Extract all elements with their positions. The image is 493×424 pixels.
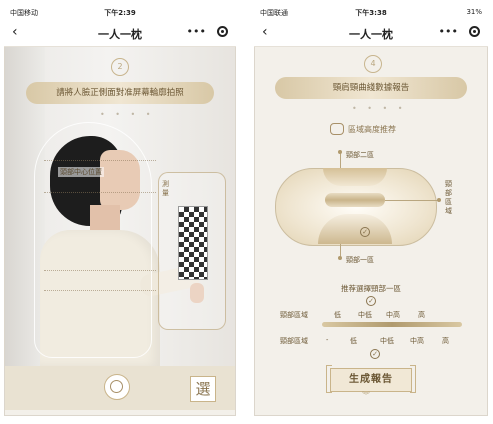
recommendation-text: 推荐選擇頸部一區 (341, 284, 401, 293)
zone-two-shape (323, 168, 387, 186)
row2-value: 中低 (380, 337, 394, 345)
nav-bar: ‹ 一人一枕 ••• (4, 20, 236, 47)
select-photo-button[interactable]: 選 (190, 376, 216, 402)
row1-value: 低 (334, 311, 341, 319)
zone-middle-shape (325, 193, 385, 207)
row2-value: 高 (442, 337, 449, 345)
shutter-button[interactable] (104, 374, 130, 400)
more-icon[interactable]: ••• (187, 25, 206, 38)
battery-label: 31% (466, 8, 482, 16)
close-miniprogram-icon[interactable] (217, 26, 228, 37)
step-indicator: 4 (364, 55, 382, 73)
height-scale-bar (322, 322, 462, 327)
instruction-banner: 請將人臉正側面對准屏幕輪廓拍照 (26, 82, 214, 104)
marker-dot (338, 256, 342, 260)
row1-value: 高 (418, 311, 425, 319)
row2-value: - (326, 336, 329, 344)
leader-line (340, 152, 341, 168)
zone-two-label: 頸部二區 (346, 151, 374, 159)
report-banner: 頸肩頸曲綫數據報告 (275, 77, 467, 99)
row2-value: 低 (350, 337, 357, 345)
progress-dots: • • • • (100, 110, 155, 119)
zone-one-label: 頸部一區 (346, 256, 374, 264)
time-label: 下午3:38 (355, 9, 387, 17)
head-center-label: 頭部中心位置 (58, 167, 104, 177)
row1-label: 頸部區域 (280, 311, 308, 319)
row1-value: 中高 (386, 311, 400, 319)
chat-icon (330, 123, 344, 135)
close-miniprogram-icon[interactable] (469, 26, 480, 37)
section-title: 區域高度推荐 (348, 125, 396, 134)
time-label: 下午2:39 (104, 9, 136, 17)
nav-bar: ‹ 一人一枕 ••• (254, 20, 488, 47)
progress-dots: • • • • (352, 104, 407, 113)
selected-check-icon: ✓ (360, 227, 370, 237)
status-bar: 中国联通 下午3:38 31% (254, 6, 488, 20)
guide-line (44, 192, 156, 193)
guide-line (44, 160, 156, 161)
row1-value: 中低 (358, 311, 372, 319)
marker-dot (338, 150, 342, 154)
row2-value: 中高 (410, 337, 424, 345)
leader-line (385, 200, 439, 201)
row2-check-icon: ✓ (370, 349, 380, 359)
zone-side-label: 頸部區域 (445, 180, 452, 215)
recommend-check-icon: ✓ (366, 296, 376, 306)
chevron-down-icon: ︾ (362, 391, 370, 400)
generate-report-button[interactable]: 生成報告 (326, 365, 416, 393)
status-bar: 中国移动 下午2:39 (4, 6, 236, 20)
marker-dot (437, 198, 441, 202)
step-indicator: 2 (111, 58, 129, 76)
row2-label: 頸部區域 (280, 337, 308, 345)
guide-line (44, 290, 156, 291)
guide-line (44, 270, 156, 271)
more-icon[interactable]: ••• (439, 25, 458, 38)
profile-outline-guide (34, 122, 152, 358)
measure-card-label: 測量 (162, 180, 169, 197)
checkerboard-card (178, 206, 208, 280)
